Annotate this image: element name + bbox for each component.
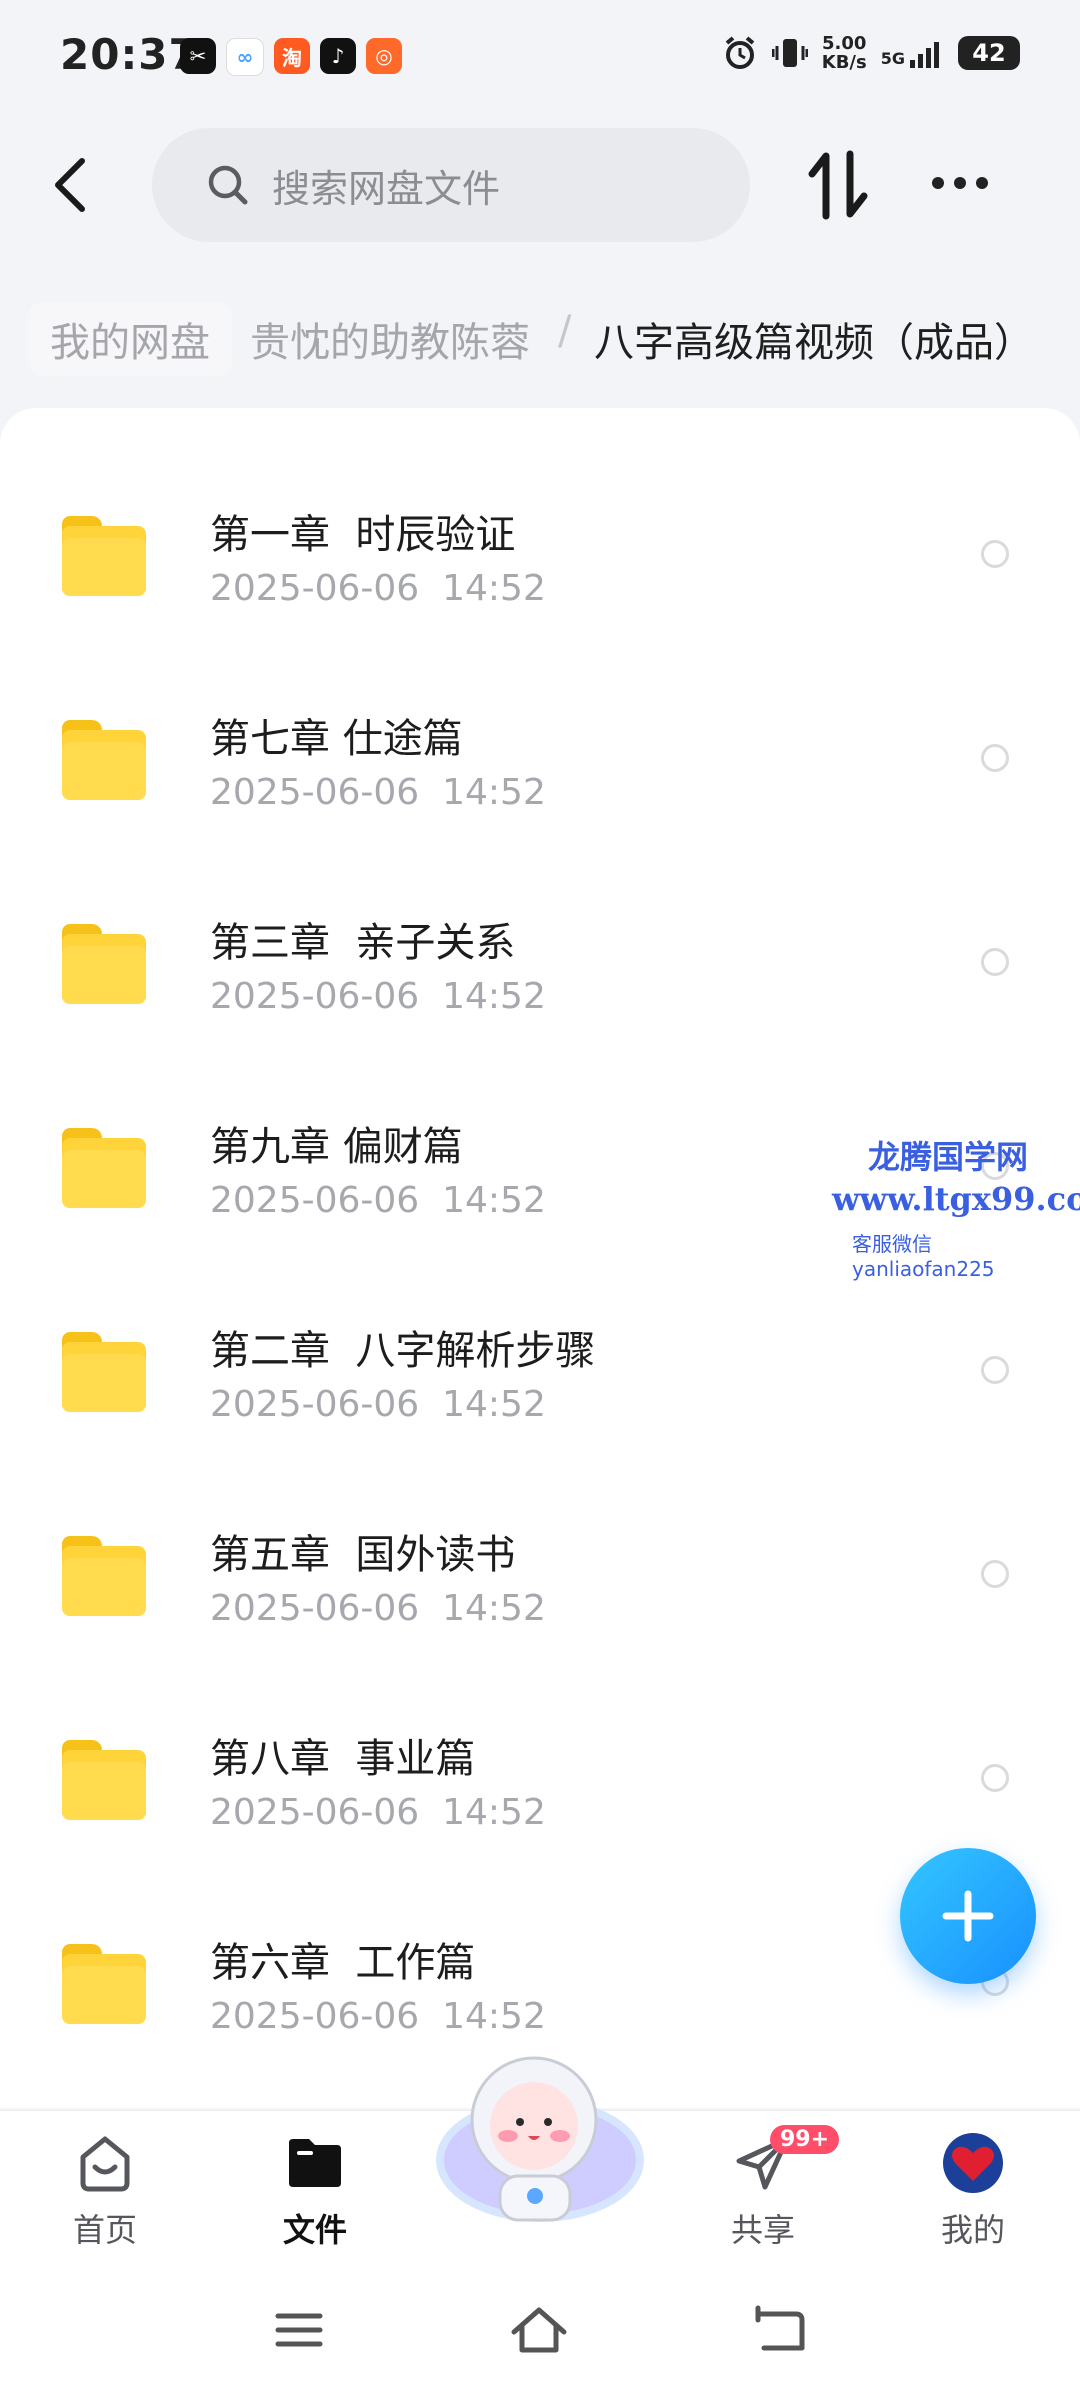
folder-icon [289, 2139, 341, 2187]
more-icon [932, 177, 944, 189]
notification-icons: ✂ ∞ 淘 ♪ ◎ [180, 38, 402, 76]
folder-icon [62, 1740, 146, 1820]
list-item[interactable]: 第五章 国外读书 2025-06-06 14:52 [0, 1456, 1080, 1660]
list-item[interactable]: 第八章 事业篇 2025-06-06 14:52 [0, 1660, 1080, 1864]
back-button[interactable] [40, 150, 100, 220]
nav-mine-label: 我的 [940, 2211, 1005, 2249]
file-date: 2025-06-06 14:52 [210, 772, 546, 813]
file-name: 第六章 工作篇 [210, 1940, 476, 1986]
search-icon [208, 165, 248, 205]
list-item[interactable]: 第二章 八字解析步骤 2025-06-06 14:52 [0, 1252, 1080, 1456]
select-radio[interactable] [981, 744, 1009, 772]
folder-icon [62, 1944, 146, 2024]
breadcrumb-parent[interactable]: 贵忱的助教陈蓉 [250, 310, 530, 368]
home-button-icon[interactable] [504, 2300, 574, 2360]
add-button[interactable] [900, 1848, 1036, 1984]
file-date: 2025-06-06 14:52 [210, 1996, 546, 2037]
list-item[interactable]: 第一章 时辰验证 2025-06-06 14:52 [0, 436, 1080, 640]
network-type: 5G [880, 49, 905, 68]
select-radio[interactable] [981, 1356, 1009, 1384]
file-date: 2025-06-06 14:52 [210, 568, 546, 609]
search-bar[interactable]: 搜索网盘文件 [152, 128, 750, 242]
nav-share-label: 共享 [730, 2211, 795, 2249]
list-item[interactable]: 第七章 仕途篇 2025-06-06 14:52 [0, 640, 1080, 844]
list-item[interactable]: 第三章 亲子关系 2025-06-06 14:52 [0, 844, 1080, 1048]
speed-value: 5.00 [822, 33, 867, 54]
status-bar: 20:37 ✂ ∞ 淘 ♪ ◎ 5.00 KB/s 5G 42 [0, 0, 1080, 115]
alarm-icon [725, 36, 755, 69]
more-button[interactable] [932, 168, 1002, 198]
select-radio[interactable] [981, 948, 1009, 976]
sort-icon [808, 150, 868, 220]
file-date: 2025-06-06 14:52 [210, 1588, 546, 1629]
select-radio[interactable] [981, 1764, 1009, 1792]
back-system-icon[interactable] [744, 2300, 814, 2360]
capcut-icon: ✂ [180, 38, 216, 74]
system-nav-bar [0, 2260, 1080, 2400]
file-name: 第二章 八字解析步骤 [210, 1328, 596, 1374]
taobao-icon: 淘 [274, 38, 310, 74]
file-name: 第九章 偏财篇 [210, 1124, 463, 1170]
folder-icon [62, 1536, 146, 1616]
file-date: 2025-06-06 14:52 [210, 1180, 546, 1221]
file-name: 第一章 时辰验证 [210, 512, 516, 558]
file-name: 第七章 仕途篇 [210, 716, 463, 762]
file-name: 第八章 事业篇 [210, 1736, 476, 1782]
folder-icon [62, 720, 146, 800]
chevron-left-icon [55, 158, 85, 212]
mascot-button[interactable] [430, 2050, 650, 2240]
nav-files[interactable]: 文件 [250, 2131, 380, 2251]
breadcrumb-current: 八字高级篇视频（成品） [594, 320, 1034, 366]
nav-mine[interactable]: 我的 [908, 2131, 1038, 2251]
battery-icon: 42 [958, 36, 1020, 70]
folder-icon [62, 1332, 146, 1412]
folder-icon [62, 516, 146, 596]
share-badge: 99+ [770, 2125, 840, 2154]
select-radio[interactable] [981, 540, 1009, 568]
folder-icon [62, 1128, 146, 1208]
more-icon-dot [976, 177, 988, 189]
nav-home-label: 首页 [72, 2211, 137, 2249]
breadcrumb-root[interactable]: 我的网盘 [28, 302, 232, 376]
network-speed: 5.00 KB/s [822, 34, 867, 72]
status-indicators: 5.00 KB/s 5G 42 [722, 34, 1020, 72]
home-icon [80, 2136, 130, 2192]
plus-icon [942, 1890, 994, 1942]
file-name: 第三章 亲子关系 [210, 920, 516, 966]
search-input[interactable]: 搜索网盘文件 [272, 158, 500, 213]
signal-icon [910, 42, 939, 68]
sort-button[interactable] [808, 148, 868, 222]
select-radio[interactable] [981, 1560, 1009, 1588]
signal-group: 5G [881, 38, 944, 68]
watermark-title: 龙腾国学网 [868, 1138, 1029, 1176]
file-date: 2025-06-06 14:52 [210, 1792, 546, 1833]
watermark-contact: 客服微信 yanliaofan225 [852, 1232, 995, 1281]
tiktok-icon: ♪ [320, 38, 356, 74]
file-date: 2025-06-06 14:52 [210, 1384, 546, 1425]
nav-home[interactable]: 首页 [40, 2131, 170, 2251]
cloud-app-icon: ∞ [226, 38, 264, 76]
nav-share[interactable]: 99+ 共享 [698, 2125, 840, 2251]
folder-icon [62, 924, 146, 1004]
breadcrumb: 我的网盘 贵忱的助教陈蓉 / 八字高级篇视频（成品） [0, 290, 1080, 390]
file-name: 第五章 国外读书 [210, 1532, 516, 1578]
vibrate-icon [771, 39, 808, 67]
nav-files-label: 文件 [282, 2211, 347, 2249]
menu-icon[interactable] [264, 2300, 334, 2360]
avatar [943, 2133, 1003, 2193]
watermark-url: www.ltgx99.com [832, 1180, 1080, 1218]
more-icon-dot [954, 177, 966, 189]
file-date: 2025-06-06 14:52 [210, 976, 546, 1017]
breadcrumb-separator: / [558, 308, 572, 354]
status-time: 20:37 [60, 30, 199, 79]
app-icon: ◎ [366, 38, 402, 74]
speed-unit: KB/s [821, 52, 867, 73]
